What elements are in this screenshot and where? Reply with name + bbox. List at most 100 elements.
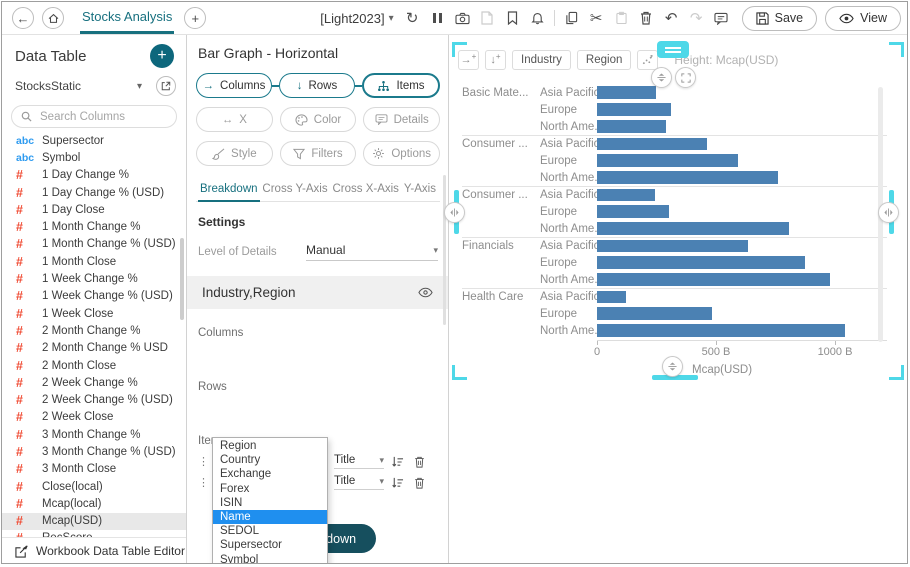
bar[interactable] xyxy=(597,291,626,304)
sidebar-scrollbar[interactable] xyxy=(180,238,184,320)
theme-caret-icon[interactable]: ▾ xyxy=(389,13,394,24)
document-tab[interactable]: Stocks Analysis xyxy=(80,2,174,34)
fit-vertical-bottom-button[interactable] xyxy=(662,356,683,377)
back-button[interactable]: ← xyxy=(12,7,34,29)
tab-y-axis[interactable]: Y-Axis xyxy=(402,178,438,201)
column-item[interactable]: abcSupersector xyxy=(2,132,186,149)
add-item-breakdown-button[interactable] xyxy=(637,50,658,70)
drag-handle-icon[interactable]: ⋮ xyxy=(198,455,208,468)
drag-handle-icon[interactable]: ⋮ xyxy=(198,476,208,489)
undo-button[interactable]: ↶ xyxy=(659,6,684,30)
dropdown-option[interactable]: Forex xyxy=(213,482,327,496)
column-item[interactable]: #2 Month Close xyxy=(2,357,186,374)
dropdown-option[interactable]: SEDOL xyxy=(213,524,327,538)
bar[interactable] xyxy=(597,86,656,99)
column-item[interactable]: #Mcap(local) xyxy=(2,495,186,512)
x-axis-button[interactable]: ↔ X xyxy=(196,107,273,132)
dropdown-option[interactable]: Region xyxy=(213,439,327,453)
bar[interactable] xyxy=(597,103,671,116)
rows-button[interactable]: ↓ Rows xyxy=(279,73,355,98)
display-select[interactable]: Title▾ xyxy=(334,475,384,490)
visibility-eye-icon[interactable] xyxy=(418,287,433,298)
column-item[interactable]: #Close(local) xyxy=(2,478,186,495)
dropdown-option[interactable]: Country xyxy=(213,453,327,467)
column-item[interactable]: #1 Week Change % (USD) xyxy=(2,288,186,305)
color-button[interactable]: Color xyxy=(280,107,357,132)
resize-horizontal-left-button[interactable] xyxy=(444,202,465,223)
column-item[interactable]: abcSymbol xyxy=(2,149,186,166)
column-item[interactable]: #1 Month Change % xyxy=(2,218,186,235)
column-item[interactable]: #RecScore xyxy=(2,530,186,537)
delete-button[interactable] xyxy=(634,6,659,30)
columns-drop-zone[interactable] xyxy=(196,339,440,363)
breakdown-chip-region[interactable]: Region xyxy=(577,50,631,70)
column-item[interactable]: #3 Month Change % (USD) xyxy=(2,443,186,460)
column-item[interactable]: #2 Month Change % xyxy=(2,322,186,339)
search-columns-input[interactable] xyxy=(38,110,158,124)
notifications-button[interactable] xyxy=(525,6,550,30)
add-tab-button[interactable]: + xyxy=(184,7,206,29)
column-item[interactable]: #3 Month Close xyxy=(2,461,186,478)
maximize-button[interactable] xyxy=(675,67,696,88)
search-columns-box[interactable] xyxy=(11,105,177,128)
snapshot-button[interactable] xyxy=(450,6,475,30)
sort-button[interactable] xyxy=(388,456,406,468)
remove-item-button[interactable] xyxy=(410,477,428,489)
resize-horizontal-right-button[interactable] xyxy=(878,202,899,223)
details-button[interactable]: Details xyxy=(363,107,440,132)
bar[interactable] xyxy=(597,256,805,269)
save-button[interactable]: Save xyxy=(742,6,818,31)
column-item[interactable]: #1 Week Change % xyxy=(2,270,186,287)
bookmark-button[interactable] xyxy=(500,6,525,30)
open-table-button[interactable] xyxy=(156,76,176,96)
bar[interactable] xyxy=(597,138,707,151)
level-of-details-select[interactable]: Manual ▾ xyxy=(306,243,438,261)
dropdown-option[interactable]: Supersector xyxy=(213,538,327,552)
bar[interactable] xyxy=(597,307,712,320)
options-button[interactable]: Options xyxy=(363,141,440,166)
add-data-table-button[interactable]: + xyxy=(150,44,174,68)
column-item[interactable]: #1 Month Change % (USD) xyxy=(2,236,186,253)
bar[interactable] xyxy=(597,240,748,253)
style-button[interactable]: Style xyxy=(196,141,273,166)
rows-drop-zone[interactable] xyxy=(196,393,440,417)
refresh-button[interactable]: ↻ xyxy=(400,6,425,30)
bar[interactable] xyxy=(597,154,738,167)
column-item[interactable]: #1 Day Change % (USD) xyxy=(2,184,186,201)
fit-vertical-button[interactable] xyxy=(651,67,672,88)
builder-scrollbar[interactable] xyxy=(443,175,446,325)
column-item[interactable]: #1 Day Close xyxy=(2,201,186,218)
bar[interactable] xyxy=(597,222,789,235)
items-button[interactable]: Items xyxy=(362,73,440,98)
table-caret-icon[interactable]: ▾ xyxy=(137,81,142,92)
column-item[interactable]: #2 Week Close xyxy=(2,409,186,426)
column-item[interactable]: #2 Month Change % USD xyxy=(2,340,186,357)
column-item[interactable]: #Mcap(USD) xyxy=(2,513,186,530)
view-button[interactable]: View xyxy=(825,6,901,31)
column-item[interactable]: #3 Month Change % xyxy=(2,426,186,443)
data-table-select[interactable]: StocksStatic xyxy=(15,79,133,93)
copy-button[interactable] xyxy=(559,6,584,30)
bar-graph-widget[interactable]: →+ ↓+ Industry Region Height: Mcap(USD) … xyxy=(452,42,904,380)
dropdown-option[interactable]: Name xyxy=(213,510,327,524)
dropdown-option[interactable]: Symbol xyxy=(213,553,327,565)
columns-button[interactable]: → Columns xyxy=(196,73,272,98)
comment-button[interactable] xyxy=(709,6,734,30)
dropdown-option[interactable]: ISIN xyxy=(213,496,327,510)
add-row-breakdown-button[interactable]: ↓+ xyxy=(485,50,506,70)
cut-button[interactable]: ✂ xyxy=(584,6,609,30)
tab-cross-y-axis[interactable]: Cross Y-Axis xyxy=(260,178,329,201)
column-item[interactable]: #1 Week Close xyxy=(2,305,186,322)
remove-item-button[interactable] xyxy=(410,456,428,468)
column-item[interactable]: #2 Week Change % xyxy=(2,374,186,391)
workbook-editor-button[interactable]: Workbook Data Table Editor xyxy=(2,537,186,564)
widget-drag-handle[interactable] xyxy=(657,41,689,58)
breakdown-chip-industry[interactable]: Industry xyxy=(512,50,571,70)
column-item[interactable]: #2 Week Change % (USD) xyxy=(2,391,186,408)
bar[interactable] xyxy=(597,324,845,337)
sort-button[interactable] xyxy=(388,477,406,489)
filters-button[interactable]: Filters xyxy=(280,141,357,166)
column-item[interactable]: #1 Day Change % xyxy=(2,167,186,184)
bar[interactable] xyxy=(597,120,666,133)
tab-cross-x-axis[interactable]: Cross X-Axis xyxy=(330,178,400,201)
